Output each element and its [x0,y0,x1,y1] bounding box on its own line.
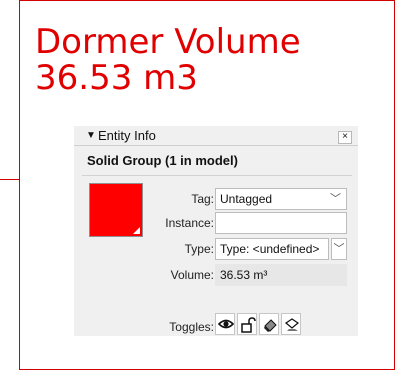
toggles-label: Toggles: [169,320,214,334]
chevron-down-icon: ﹀ [330,193,341,205]
receive-shadows-toggle[interactable] [281,313,301,335]
receive-shadows-icon [284,318,300,331]
volume-label: Volume: [170,268,214,282]
instance-input[interactable] [215,212,347,234]
type-dropdown-button[interactable]: ﹀ [331,238,347,260]
lock-icon [241,317,256,333]
entity-info-panel: ▼ Entity Info × Solid Group (1 in model)… [74,126,358,336]
divider [82,175,352,176]
material-swatch[interactable] [89,183,143,237]
cast-shadows-toggle[interactable] [259,313,279,335]
eye-icon [218,319,234,329]
type-label: Type: [184,242,214,256]
chevron-down-icon: ﹀ [333,243,345,255]
tag-value: Untagged [220,192,273,206]
panel-title: Entity Info [98,128,156,143]
cast-shadows-icon [264,319,277,332]
tag-label: Tag: [191,192,214,206]
title-line-2: 36.53 m3 [35,58,198,98]
triangle-down-icon[interactable]: ▼ [86,130,96,142]
tag-dropdown[interactable]: Untagged ﹀ [215,188,347,210]
instance-label: Instance: [165,216,214,230]
title-line-1: Dormer Volume [35,22,301,62]
visible-toggle[interactable] [215,313,235,335]
type-dropdown[interactable]: Type: <undefined> [215,238,329,260]
selection-title: Solid Group (1 in model) [87,153,238,168]
panel-header[interactable]: ▼ Entity Info × [74,126,358,146]
swatch-corner [133,227,140,234]
close-button[interactable]: × [338,131,352,144]
callout-title: Dormer Volume 36.53 m3 [35,24,301,96]
volume-value: 36.53 m³ [215,264,347,286]
lock-toggle[interactable] [237,313,257,335]
